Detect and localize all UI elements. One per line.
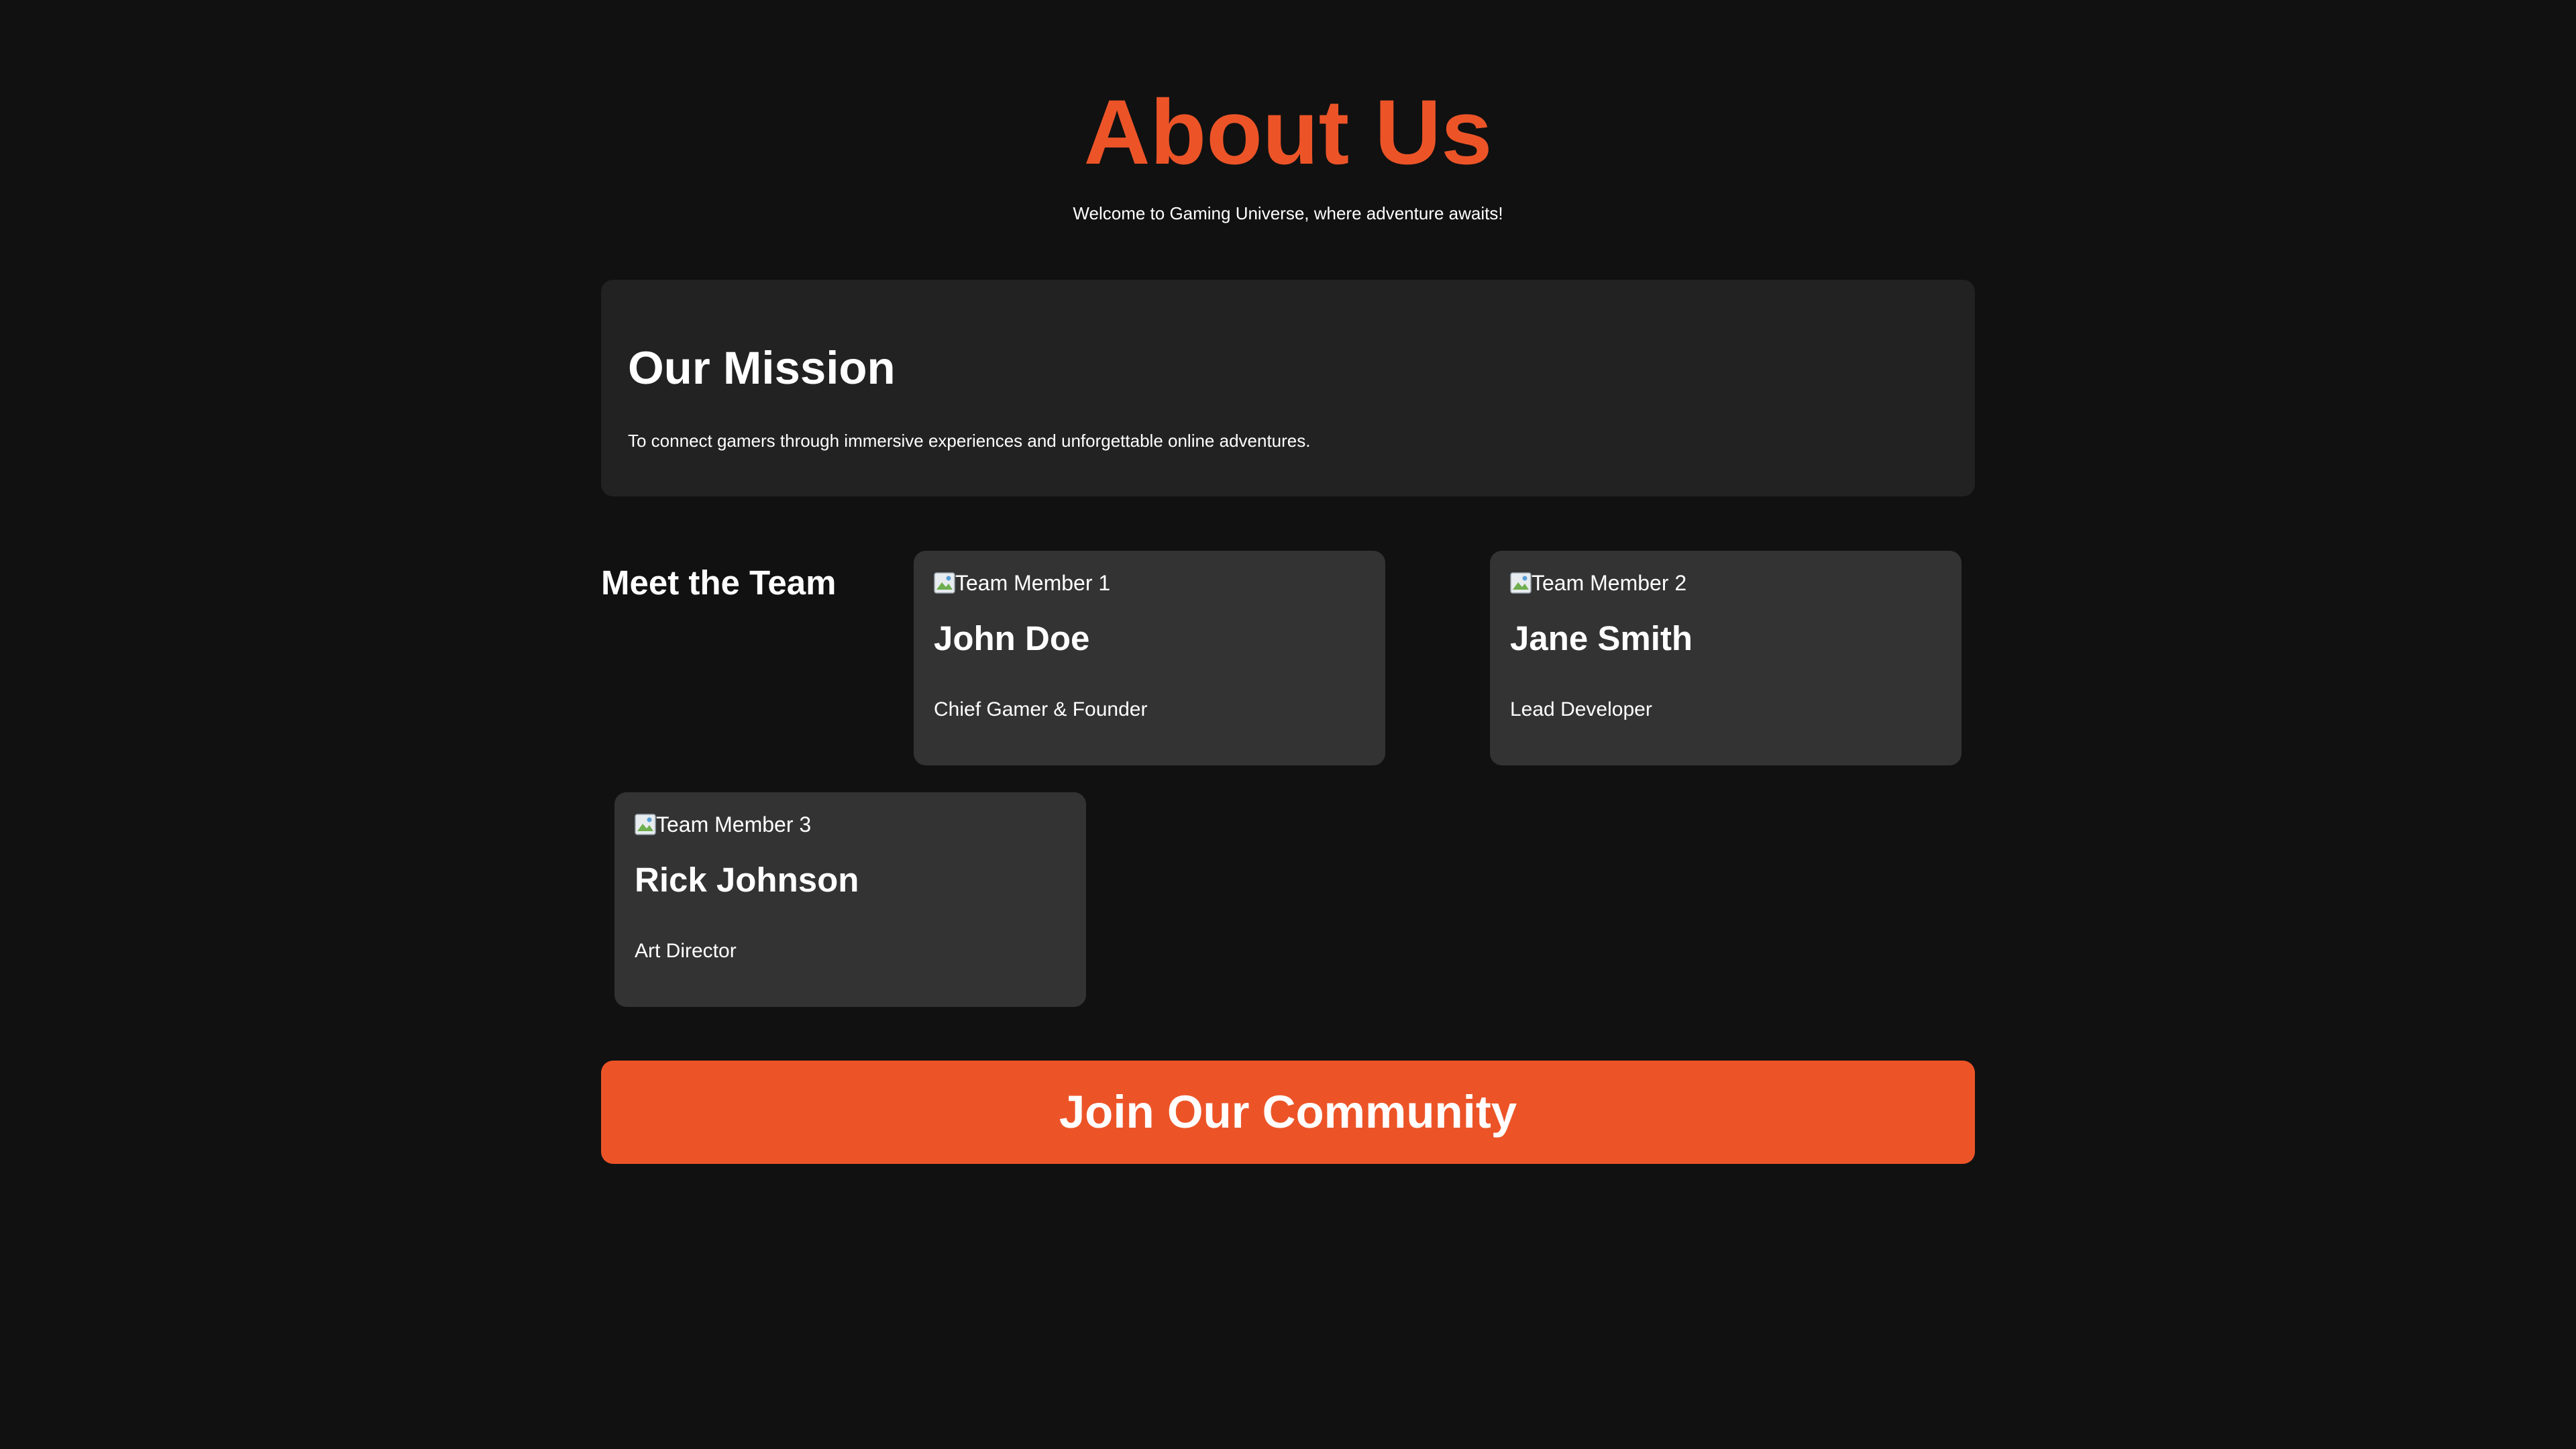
page-title: About Us: [1083, 81, 1493, 184]
team-member-card: Team Member 2 Jane Smith Lead Developer: [1490, 551, 1962, 765]
member-photo-alt: Team Member 1: [955, 571, 1111, 595]
member-photo-alt: Team Member 2: [1532, 571, 1687, 595]
member-name: Jane Smith: [1510, 619, 1693, 657]
mission-card: Our Mission To connect gamers through im…: [601, 280, 1975, 496]
about-page: About Us Welcome to Gaming Universe, whe…: [0, 0, 2576, 1449]
team-member-card: Team Member 3 Rick Johnson Art Director: [614, 792, 1086, 1007]
member-name: Rick Johnson: [635, 861, 859, 899]
member-photo: Team Member 2: [1510, 570, 1686, 596]
broken-image-icon: [934, 572, 955, 594]
team-member-card: Team Member 1 John Doe Chief Gamer & Fou…: [914, 551, 1385, 765]
team-heading: Meet the Team: [601, 564, 837, 602]
member-photo: Team Member 3: [635, 811, 811, 838]
broken-image-icon: [1510, 572, 1532, 594]
broken-image-icon: [635, 814, 656, 835]
member-photo: Team Member 1: [934, 570, 1110, 596]
member-role: Art Director: [635, 940, 737, 962]
mission-heading: Our Mission: [628, 342, 896, 394]
member-name: John Doe: [934, 619, 1090, 657]
mission-text: To connect gamers through immersive expe…: [628, 431, 1311, 451]
member-role: Lead Developer: [1510, 698, 1652, 720]
join-community-button[interactable]: Join Our Community: [601, 1061, 1975, 1164]
page-subtitle: Welcome to Gaming Universe, where advent…: [1073, 203, 1503, 223]
member-role: Chief Gamer & Founder: [934, 698, 1148, 720]
member-photo-alt: Team Member 3: [656, 812, 812, 837]
